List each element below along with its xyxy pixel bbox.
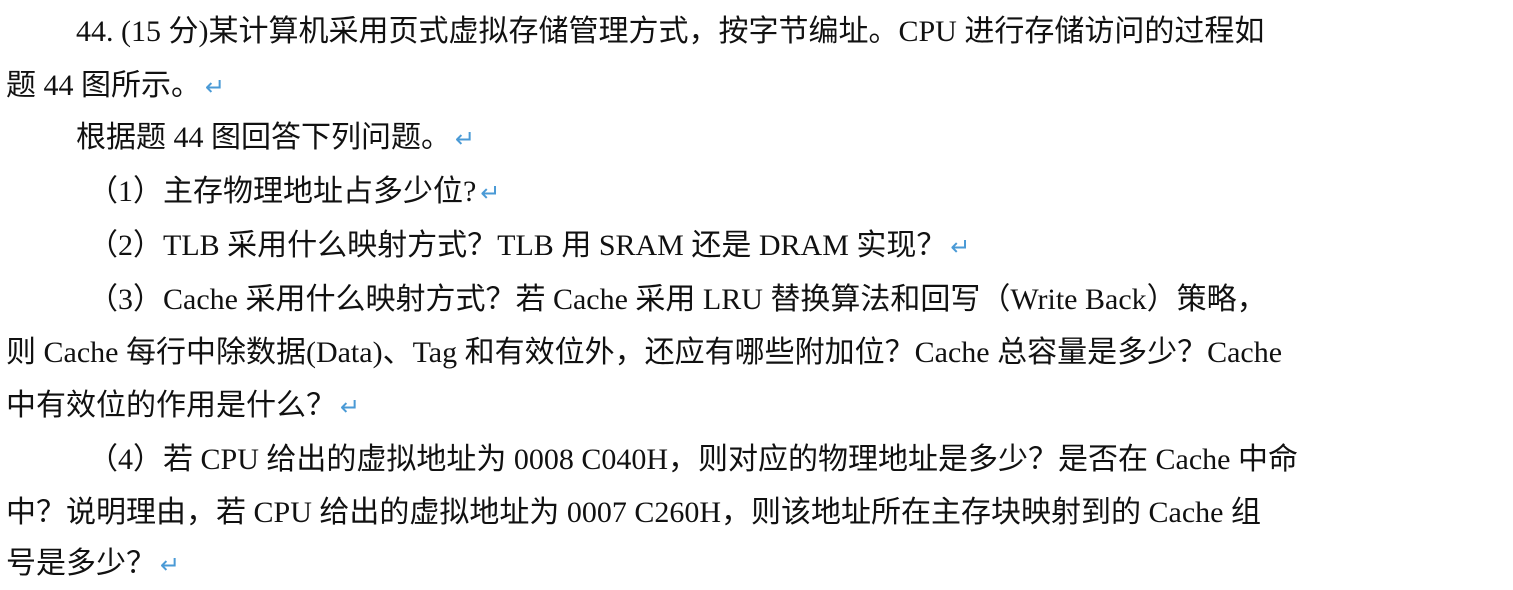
question-4-line-1: （4）若 CPU 给出的虚拟地址为 0008 C040H，则对应的物理地址是多少… [88,434,1298,486]
return-mark-icon: ↵ [340,393,361,421]
return-mark-icon: ↵ [160,551,181,579]
question-3-text-2: 则 Cache 每行中除数据(Data)、Tag 和有效位外，还应有哪些附加位？… [6,336,1283,369]
intro-line-2: 题 44 图所示。 ↵ [6,60,225,112]
intro-line-1: 44. (15 分)某计算机采用页式虚拟存储管理方式，按字节编址。CPU 进行存… [76,6,1264,58]
question-3-line-2: 则 Cache 每行中除数据(Data)、Tag 和有效位外，还应有哪些附加位？… [6,327,1282,379]
question-4-line-2: 中？说明理由，若 CPU 给出的虚拟地址为 0007 C260H，则该地址所在主… [6,487,1261,539]
question-2-text: （2）TLB 采用什么映射方式？TLB 用 SRAM 还是 DRAM 实现？ [88,229,947,262]
question-4-text-1: （4）若 CPU 给出的虚拟地址为 0008 C040H，则对应的物理地址是多少… [88,443,1298,476]
question-3-text-3: 中有效位的作用是什么？ [6,389,336,422]
question-4-text-3: 号是多少？ [6,547,156,580]
instruction-text: 根据题 44 图回答下列问题。 [76,121,451,154]
return-mark-icon: ↵ [480,179,501,207]
question-3-text-1: （3）Cache 采用什么映射方式？若 Cache 采用 LRU 替换算法和回写… [88,283,1267,316]
document-page: 44. (15 分)某计算机采用页式虚拟存储管理方式，按字节编址。CPU 进行存… [0,0,1513,590]
intro-text-1: 44. (15 分)某计算机采用页式虚拟存储管理方式，按字节编址。CPU 进行存… [76,15,1265,48]
return-mark-icon: ↵ [950,233,971,261]
return-mark-icon: ↵ [455,125,476,153]
question-2: （2）TLB 采用什么映射方式？TLB 用 SRAM 还是 DRAM 实现？ ↵ [88,220,970,272]
return-mark-icon: ↵ [205,73,226,101]
question-3-line-3: 中有效位的作用是什么？ ↵ [6,380,360,432]
question-4-line-3: 号是多少？ ↵ [6,538,180,590]
question-3-line-1: （3）Cache 采用什么映射方式？若 Cache 采用 LRU 替换算法和回写… [88,274,1267,326]
question-1: （1）主存物理地址占多少位? ↵ [88,166,500,218]
instruction-line: 根据题 44 图回答下列问题。 ↵ [76,112,475,164]
intro-text-2: 题 44 图所示。 [6,69,201,102]
question-4-text-2: 中？说明理由，若 CPU 给出的虚拟地址为 0007 C260H，则该地址所在主… [6,496,1261,529]
question-1-text: （1）主存物理地址占多少位? [88,175,477,208]
